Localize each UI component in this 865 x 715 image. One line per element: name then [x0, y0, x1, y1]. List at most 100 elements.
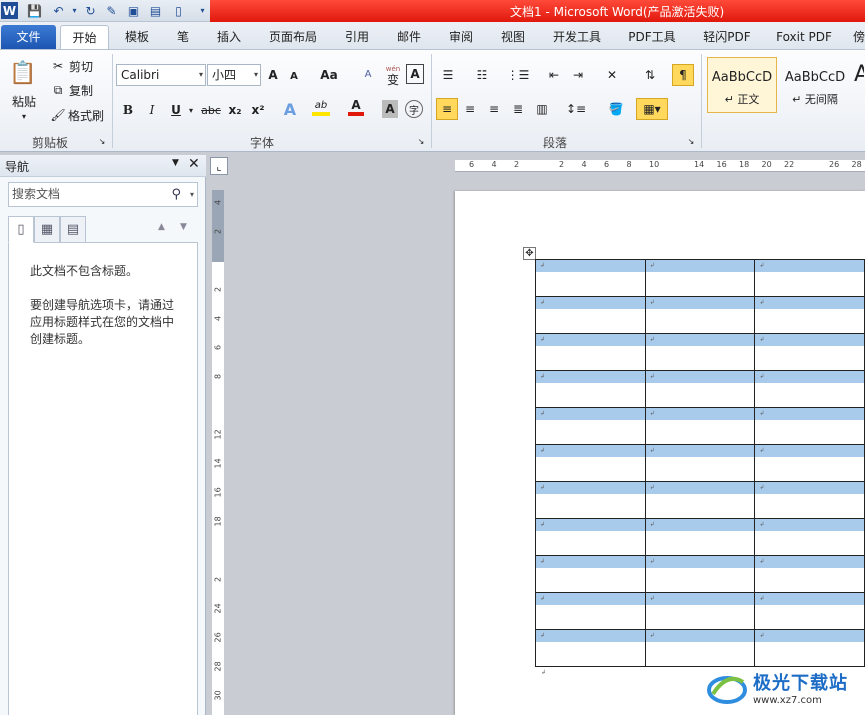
- style-heading-1[interactable]: A: [853, 57, 865, 113]
- table-cell[interactable]: ↲: [754, 444, 865, 482]
- table-cell[interactable]: ↲: [754, 592, 865, 630]
- subscript-button[interactable]: x₂: [226, 100, 244, 120]
- table-cell[interactable]: ↲: [754, 370, 865, 408]
- tab-mailings[interactable]: 邮件: [390, 25, 428, 49]
- table-cell[interactable]: ↲: [644, 518, 756, 556]
- table-cell[interactable]: ↲: [754, 555, 865, 593]
- table-cell[interactable]: ↲: [754, 407, 865, 445]
- font-size-combo[interactable]: 小四 ▾: [207, 64, 261, 86]
- table-cell[interactable]: ↲: [535, 407, 646, 445]
- format-painter-icon[interactable]: 🖌: [50, 106, 66, 124]
- table-cell[interactable]: ↲: [644, 370, 756, 408]
- save-icon[interactable]: 💾: [26, 2, 43, 19]
- table-cell[interactable]: ↲: [644, 444, 756, 482]
- show-formatting-marks-icon[interactable]: ¶: [672, 64, 694, 86]
- table-cell[interactable]: ↲: [644, 333, 756, 371]
- superscript-button[interactable]: x²: [249, 100, 267, 120]
- table-cell[interactable]: ↲: [754, 296, 865, 334]
- style-no-spacing[interactable]: AaBbCcD ↵ 无间隔: [780, 57, 850, 113]
- undo-icon[interactable]: ↶: [50, 2, 67, 19]
- italic-button[interactable]: I: [143, 100, 161, 120]
- tab-home[interactable]: 开始: [60, 25, 109, 49]
- tab-file[interactable]: 文件: [1, 25, 56, 49]
- tab-references[interactable]: 引用: [338, 25, 376, 49]
- chinese-layout-icon[interactable]: ✕: [600, 66, 624, 84]
- copy-button[interactable]: 复制: [66, 81, 96, 99]
- table-cell[interactable]: ↲: [754, 259, 865, 297]
- character-border-button[interactable]: A: [406, 64, 424, 84]
- edit-doc-icon[interactable]: ✎: [103, 2, 120, 19]
- table-cell[interactable]: ↲: [644, 555, 756, 593]
- table-cell[interactable]: ↲: [754, 481, 865, 519]
- table-cell[interactable]: ↲: [754, 333, 865, 371]
- tab-qingshan-pdf[interactable]: 轻闪PDF: [696, 25, 758, 49]
- align-center-icon[interactable]: ≡: [460, 100, 480, 118]
- font-launcher-icon[interactable]: ↘: [416, 136, 426, 146]
- document-table[interactable]: ↲ ↲ ↲ ↲ ↲ ↲ ↲ ↲ ↲ ↲ ↲ ↲ ↲ ↲ ↲ ↲ ↲ ↲ ↲ ↲ ↲ ↲ ↲ ↲ ↲ ↲ ↲ ↲ ↲ ↲ ↲ ↲ ↲: [535, 259, 865, 667]
- customize-toolbar-icon[interactable]: ▾: [194, 2, 211, 19]
- redo-icon[interactable]: ↻: [82, 2, 99, 19]
- table-cell[interactable]: ↲: [644, 296, 756, 334]
- reading-mode-icon[interactable]: ▯: [170, 2, 187, 19]
- borders-icon[interactable]: ▦▾: [636, 98, 668, 120]
- table-cell[interactable]: ↲: [644, 481, 756, 519]
- document-page[interactable]: ✥ ↲ ↲ ↲ ↲ ↲ ↲ ↲ ↲ ↲ ↲ ↲ ↲ ↲ ↲ ↲ ↲ ↲ ↲ ↲ ↲ ↲ ↲ ↲ ↲ ↲ ↲ ↲ ↲ ↲ ↲ ↲ ↲ ↲ ↲: [455, 191, 865, 715]
- table-cell[interactable]: ↲: [535, 481, 646, 519]
- scissors-icon[interactable]: ✂: [50, 57, 66, 75]
- table-cell[interactable]: ↲: [535, 259, 646, 297]
- change-case-button[interactable]: Aa: [318, 66, 340, 84]
- grow-font-button[interactable]: A: [265, 66, 281, 84]
- search-dropdown-icon[interactable]: ▾: [190, 183, 194, 206]
- tab-more[interactable]: 傍: [852, 25, 865, 49]
- tab-view[interactable]: 视图: [494, 25, 532, 49]
- strikethrough-button[interactable]: abc: [200, 100, 222, 120]
- undo-dropdown-icon[interactable]: ▾: [66, 2, 83, 19]
- shrink-font-button[interactable]: A: [287, 68, 301, 84]
- tab-pdf-tools[interactable]: PDF工具: [622, 25, 682, 49]
- copy-icon[interactable]: ⧉: [50, 81, 66, 99]
- word-app-icon[interactable]: W: [1, 2, 18, 19]
- table-cell[interactable]: ↲: [535, 333, 646, 371]
- table-cell[interactable]: ↲: [535, 296, 646, 334]
- distributed-align-icon[interactable]: ▥: [532, 100, 552, 118]
- close-icon[interactable]: ✕: [188, 156, 200, 172]
- clear-format-button[interactable]: A: [358, 64, 378, 84]
- table-cell[interactable]: ↲: [535, 444, 646, 482]
- numbering-icon[interactable]: ☷: [472, 66, 492, 84]
- bullets-icon[interactable]: ☰: [438, 66, 458, 84]
- prev-result-icon[interactable]: ▲: [158, 222, 165, 232]
- nav-options-icon[interactable]: ▼: [172, 158, 179, 168]
- enclose-characters-button[interactable]: 字: [405, 100, 423, 118]
- tab-foxit-pdf[interactable]: Foxit PDF: [772, 25, 836, 49]
- table-cell[interactable]: ↲: [535, 370, 646, 408]
- clipboard-launcher-icon[interactable]: ↘: [97, 136, 107, 146]
- tab-pen[interactable]: 笔: [170, 25, 196, 49]
- character-shading-button[interactable]: A: [382, 100, 398, 118]
- paste-icon[interactable]: 📋: [8, 56, 38, 90]
- tab-insert[interactable]: 插入: [210, 25, 248, 49]
- align-right-icon[interactable]: ≡: [484, 100, 504, 118]
- phonetic-guide-button[interactable]: 变: [383, 72, 403, 87]
- highlight-button[interactable]: ab: [312, 98, 330, 116]
- format-painter-button[interactable]: 格式刷: [66, 106, 106, 124]
- print-preview-icon[interactable]: ▣: [125, 2, 142, 19]
- tab-developer[interactable]: 开发工具: [546, 25, 608, 49]
- increase-indent-icon[interactable]: ⇥: [568, 66, 588, 84]
- tab-review[interactable]: 审阅: [442, 25, 480, 49]
- underline-button[interactable]: U: [167, 100, 185, 120]
- table-cell[interactable]: ↲: [535, 518, 646, 556]
- table-cell[interactable]: ↲: [535, 555, 646, 593]
- table-cell[interactable]: ↲: [535, 592, 646, 630]
- sort-icon[interactable]: ⇅: [640, 66, 660, 84]
- table-cell[interactable]: ↲: [754, 518, 865, 556]
- bold-button[interactable]: B: [119, 100, 137, 120]
- table-cell[interactable]: ↲: [644, 592, 756, 630]
- underline-dropdown-icon[interactable]: ▾: [186, 100, 196, 120]
- search-input[interactable]: 搜索文档 ⚲ ▾: [8, 182, 198, 207]
- font-color-button[interactable]: A: [348, 98, 364, 116]
- paste-button[interactable]: 粘贴: [6, 92, 42, 110]
- style-normal[interactable]: AaBbCcD ↵ 正文: [707, 57, 777, 113]
- line-spacing-icon[interactable]: ↕≡: [564, 100, 588, 118]
- search-icon[interactable]: ⚲: [171, 183, 181, 206]
- shading-icon[interactable]: 🪣: [604, 100, 628, 118]
